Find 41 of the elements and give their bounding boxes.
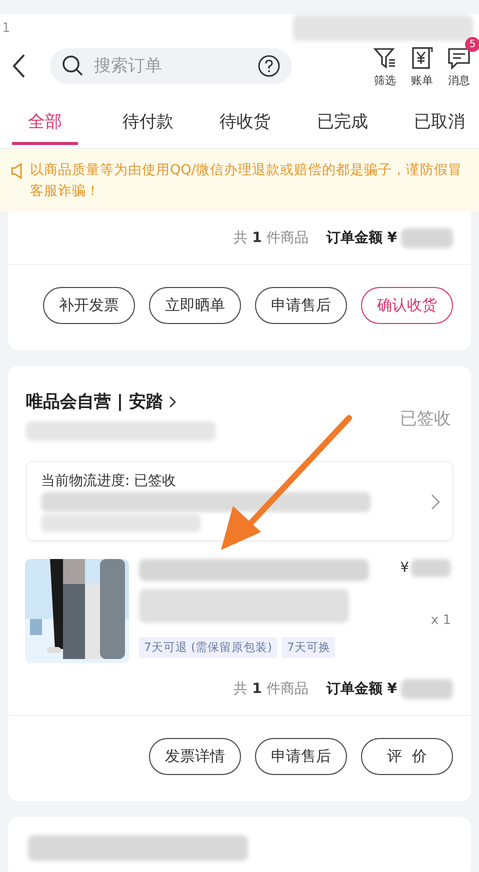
- logistics-status: 当前物流进度: 已签收: [41, 472, 178, 490]
- item-count: 共 1 件商品: [234, 229, 308, 247]
- service-tag: 7天可退 (需保留原包装): [139, 637, 277, 658]
- search-icon: [62, 55, 84, 77]
- order-tab[interactable]: 已完成: [314, 100, 370, 145]
- bill-icon[interactable]: [411, 46, 433, 70]
- price: ¥: [400, 560, 409, 576]
- chevron-icon: [169, 396, 178, 408]
- logistics-panel[interactable]: 当前物流进度: 已签收: [26, 461, 453, 541]
- order-action-button[interactable]: 确认收货: [361, 287, 453, 324]
- action-label: 筛选: [374, 72, 396, 88]
- order-action-button[interactable]: 补开发票: [43, 287, 135, 324]
- order-action-button[interactable]: 评 价: [361, 738, 453, 775]
- order-amount-label: 订单金额 ¥: [326, 680, 397, 698]
- order-tab[interactable]: 待付款: [120, 100, 176, 145]
- back-icon[interactable]: [12, 53, 26, 79]
- order-amount-label: 订单金额 ¥: [326, 229, 397, 247]
- order-action-button[interactable]: 申请售后: [255, 738, 347, 775]
- filter-icon[interactable]: [373, 46, 397, 68]
- action-label: 账单: [411, 72, 433, 88]
- service-tag: 7天可换: [282, 637, 336, 658]
- status-time: 1: [2, 20, 10, 36]
- order-tab[interactable]: 待收货: [218, 100, 272, 145]
- help-icon[interactable]: [258, 55, 280, 77]
- quantity: x 1: [430, 613, 451, 628]
- order-tab[interactable]: 全部: [12, 100, 78, 145]
- notice-text: 以商品质量等为由使用QQ/微信办理退款或赔偿的都是骗子，谨防假冒客服诈骗！: [30, 161, 463, 201]
- shop-name[interactable]: 唯品会自营 | 安踏: [26, 390, 216, 413]
- search-field[interactable]: 搜索订单: [50, 48, 292, 84]
- message-icon[interactable]: [447, 46, 471, 70]
- order-action-button[interactable]: 立即晒单: [149, 287, 241, 324]
- chevron-icon: [431, 494, 440, 510]
- blurred-area: [401, 679, 453, 699]
- order-action-button[interactable]: 发票详情: [149, 738, 241, 775]
- speaker-icon: [10, 163, 24, 179]
- blurred-area: [411, 559, 451, 577]
- order-tab[interactable]: 已取消: [412, 100, 467, 145]
- action-label: 消息: [448, 72, 470, 88]
- order-action-button[interactable]: 申请售后: [255, 287, 347, 324]
- blurred-area: [401, 228, 453, 248]
- item-count: 共 1 件商品: [234, 680, 308, 698]
